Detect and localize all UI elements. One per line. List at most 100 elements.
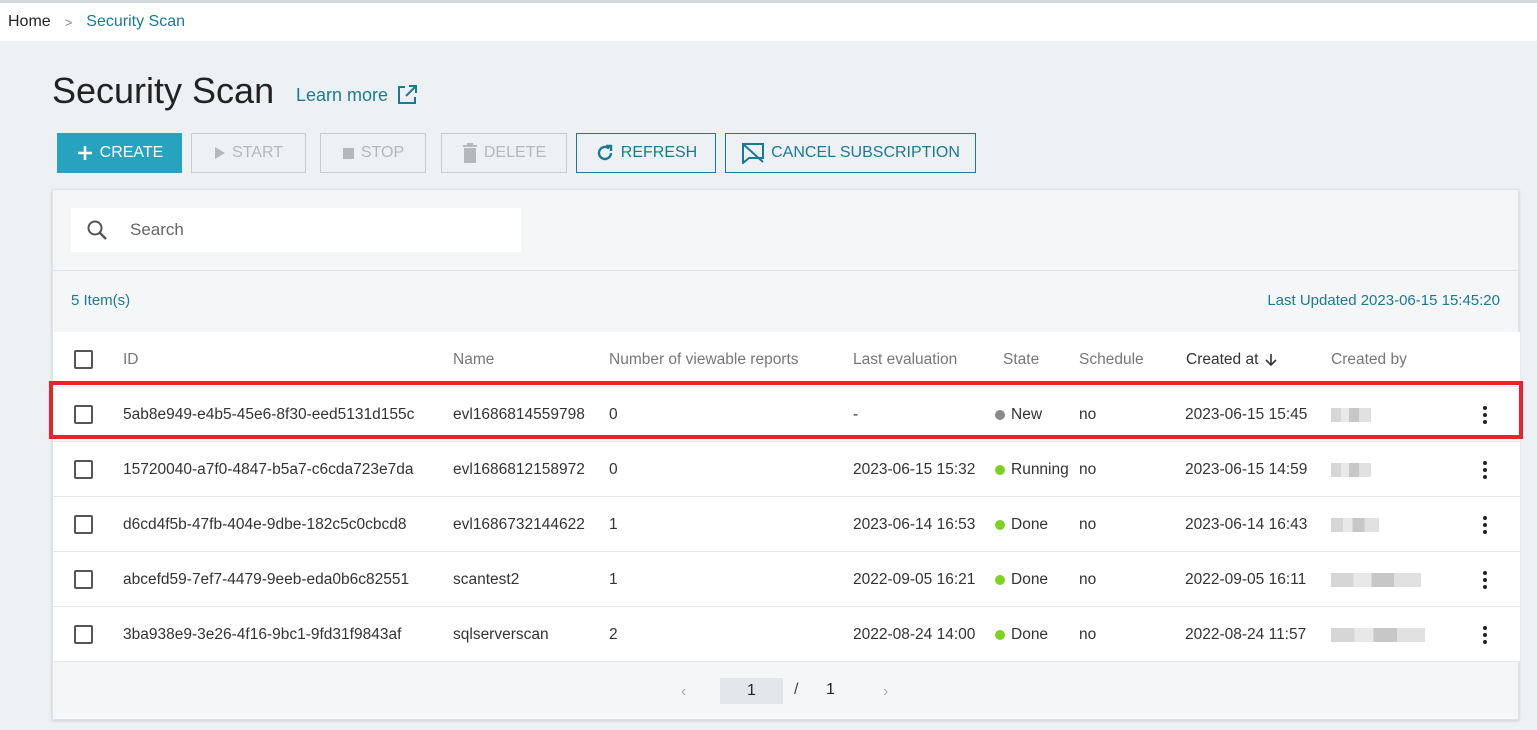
row-name: evl1686812158972 bbox=[453, 460, 585, 478]
more-options-icon[interactable] bbox=[1480, 405, 1490, 424]
row-name: evl1686732144622 bbox=[453, 515, 585, 533]
row-checkbox[interactable] bbox=[74, 515, 93, 534]
column-header-created-at[interactable]: Created at bbox=[1186, 332, 1278, 387]
column-header-last-evaluation[interactable]: Last evaluation bbox=[853, 332, 957, 387]
table-row[interactable]: 3ba938e9-3e26-4f16-9bc1-9fd31f9843af sqls… bbox=[53, 607, 1520, 662]
create-button[interactable]: CREATE bbox=[57, 133, 182, 173]
next-page-icon[interactable]: › bbox=[883, 683, 888, 701]
row-actions[interactable] bbox=[1480, 607, 1490, 662]
breadcrumb-home[interactable]: Home bbox=[8, 13, 51, 31]
row-select-cell bbox=[74, 442, 93, 497]
row-created-at: 2022-09-05 16:11 bbox=[1185, 570, 1307, 588]
refresh-label: REFRESH bbox=[620, 144, 698, 161]
divider bbox=[53, 270, 1520, 271]
column-header-schedule[interactable]: Schedule bbox=[1079, 332, 1144, 387]
row-schedule: no bbox=[1079, 625, 1097, 643]
row-reports: 1 bbox=[609, 570, 618, 588]
row-reports: 0 bbox=[609, 460, 618, 478]
page-separator: / bbox=[794, 681, 799, 698]
row-id[interactable]: 15720040-a7f0-4847-b5a7-c6cda723e7da bbox=[123, 442, 413, 497]
row-state: Done bbox=[995, 607, 1048, 662]
row-checkbox[interactable] bbox=[74, 570, 93, 589]
row-last-evaluation: 2022-08-24 14:00 bbox=[853, 625, 976, 643]
table-row[interactable]: 15720040-a7f0-4847-b5a7-c6cda723e7da evl1… bbox=[53, 442, 1520, 497]
row-created-by bbox=[1331, 387, 1371, 442]
cancel-subscription-label: CANCEL SUBSCRIPTION bbox=[771, 144, 960, 161]
row-state: New bbox=[995, 387, 1042, 442]
state-dot bbox=[995, 629, 1005, 640]
cancel-subscription-button[interactable]: CANCEL SUBSCRIPTION bbox=[725, 133, 976, 173]
row-created-at: 2023-06-14 16:43 bbox=[1185, 515, 1308, 533]
select-all-cell bbox=[74, 332, 93, 387]
learn-more-label: Learn more bbox=[296, 84, 389, 105]
row-created-by bbox=[1331, 552, 1421, 607]
prev-page-icon[interactable]: ‹ bbox=[681, 683, 686, 701]
row-schedule: no bbox=[1079, 405, 1097, 423]
row-created-by bbox=[1331, 607, 1425, 662]
row-last-evaluation: - bbox=[853, 405, 859, 423]
start-label: START bbox=[232, 144, 283, 161]
breadcrumb-separator: > bbox=[64, 14, 73, 30]
column-header-created-by[interactable]: Created by bbox=[1331, 332, 1407, 387]
row-select-cell bbox=[74, 387, 93, 442]
state-dot bbox=[995, 519, 1005, 530]
column-header-reports[interactable]: Number of viewable reports bbox=[609, 332, 799, 387]
row-reports: 0 bbox=[609, 405, 618, 423]
trash-icon bbox=[462, 143, 477, 163]
row-checkbox[interactable] bbox=[74, 460, 93, 479]
delete-button[interactable]: DELETE bbox=[441, 133, 567, 173]
column-header-name[interactable]: Name bbox=[453, 332, 494, 387]
more-options-icon[interactable] bbox=[1480, 570, 1490, 589]
row-id[interactable]: abcefd59-7ef7-4479-9eeb-eda0b6c82551 bbox=[123, 552, 409, 607]
redacted-user bbox=[1331, 407, 1371, 422]
redacted-user bbox=[1331, 462, 1371, 477]
state-label: Running bbox=[1011, 460, 1069, 478]
scan-list-card: 5 Item(s) Last Updated 2023-06-15 15:45:… bbox=[52, 189, 1520, 720]
breadcrumb-current[interactable]: Security Scan bbox=[86, 13, 185, 31]
current-page-input[interactable]: 1 bbox=[720, 678, 783, 704]
table-row[interactable]: d6cd4f5b-47fb-404e-9dbe-182c5c0cbcd8 evl1… bbox=[53, 497, 1520, 552]
row-actions[interactable] bbox=[1480, 387, 1490, 442]
row-state: Done bbox=[995, 552, 1048, 607]
stop-button[interactable]: STOP bbox=[320, 133, 426, 173]
row-created-by bbox=[1331, 497, 1379, 552]
row-actions[interactable] bbox=[1480, 497, 1490, 552]
state-dot bbox=[995, 464, 1005, 475]
more-options-icon[interactable] bbox=[1480, 625, 1490, 644]
state-dot bbox=[995, 574, 1005, 585]
search-box bbox=[71, 208, 521, 252]
start-button[interactable]: START bbox=[191, 133, 306, 173]
column-header-state[interactable]: State bbox=[1003, 332, 1039, 387]
row-reports: 1 bbox=[609, 515, 618, 533]
create-label: CREATE bbox=[99, 144, 164, 161]
learn-more-link[interactable]: Learn more bbox=[296, 84, 418, 106]
more-options-icon[interactable] bbox=[1480, 515, 1490, 534]
column-header-id[interactable]: ID bbox=[123, 332, 139, 387]
refresh-button[interactable]: REFRESH bbox=[576, 133, 716, 173]
row-id[interactable]: 5ab8e949-e4b5-45e6-8f30-eed5131d155c bbox=[123, 387, 414, 442]
state-label: New bbox=[1011, 405, 1043, 423]
search-input[interactable] bbox=[128, 219, 468, 241]
table-row[interactable]: 5ab8e949-e4b5-45e6-8f30-eed5131d155c evl1… bbox=[53, 387, 1520, 442]
total-pages: 1 bbox=[826, 681, 835, 698]
row-actions[interactable] bbox=[1480, 442, 1490, 497]
table-row[interactable]: abcefd59-7ef7-4479-9eeb-eda0b6c82551 scan… bbox=[53, 552, 1520, 607]
row-checkbox[interactable] bbox=[74, 625, 93, 644]
row-select-cell bbox=[74, 497, 93, 552]
select-all-checkbox[interactable] bbox=[74, 350, 93, 369]
stop-label: STOP bbox=[360, 144, 405, 161]
row-id[interactable]: d6cd4f5b-47fb-404e-9dbe-182c5c0cbcd8 bbox=[123, 497, 407, 552]
breadcrumb: Home > Security Scan bbox=[0, 3, 1537, 41]
row-reports: 2 bbox=[609, 625, 618, 643]
row-last-evaluation: 2023-06-14 16:53 bbox=[853, 515, 976, 533]
item-count: 5 Item(s) bbox=[71, 292, 131, 309]
row-id[interactable]: 3ba938e9-3e26-4f16-9bc1-9fd31f9843af bbox=[123, 607, 401, 662]
more-options-icon[interactable] bbox=[1480, 460, 1490, 479]
row-last-evaluation: 2023-06-15 15:32 bbox=[853, 460, 976, 478]
row-state: Done bbox=[995, 497, 1048, 552]
row-actions[interactable] bbox=[1480, 552, 1490, 607]
row-created-at: 2023-06-15 15:45 bbox=[1185, 405, 1308, 423]
table-header: ID Name Number of viewable reports Last … bbox=[53, 332, 1520, 387]
state-label: Done bbox=[1011, 570, 1049, 588]
row-checkbox[interactable] bbox=[74, 405, 93, 424]
